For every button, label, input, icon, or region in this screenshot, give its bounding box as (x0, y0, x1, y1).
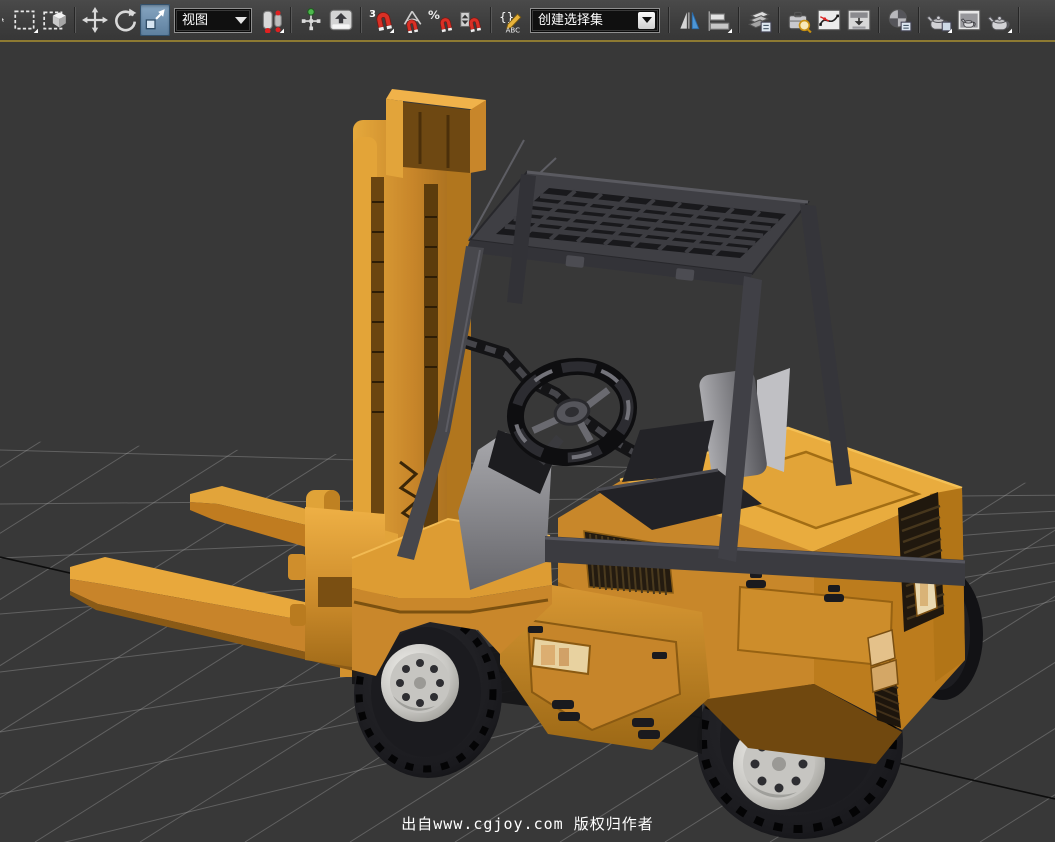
select-and-manipulate-icon[interactable] (296, 4, 326, 36)
toolbar-separator (360, 7, 362, 33)
viewport-canvas[interactable] (0, 42, 1055, 842)
toolbar-separator (74, 7, 76, 33)
rectangular-selection-region-icon[interactable] (10, 4, 40, 36)
svg-text:3: 3 (369, 9, 376, 20)
perspective-viewport[interactable]: 出自www.cgjoy.com 版权归作者 (0, 40, 1055, 840)
toolbar-separator (290, 7, 292, 33)
watermark-text: 出自www.cgjoy.com 版权归作者 (401, 813, 653, 834)
material-editor-icon[interactable] (884, 4, 914, 36)
select-and-move-icon[interactable] (80, 4, 110, 36)
toolbar-separator (668, 7, 670, 33)
rendered-frame-window-icon[interactable] (954, 4, 984, 36)
chevron-down-icon (638, 12, 655, 29)
select-and-uniform-scale-icon[interactable] (140, 4, 170, 36)
svg-text:%: % (428, 8, 440, 22)
forklift-model[interactable] (70, 89, 983, 839)
keyboard-shortcut-override-icon[interactable] (326, 4, 356, 36)
schematic-view-icon[interactable] (844, 4, 874, 36)
use-pivot-point-center-icon[interactable] (256, 4, 286, 36)
reference-coordinate-system-value: 视图 (182, 14, 208, 27)
toolbox-graphite-icon[interactable] (784, 4, 814, 36)
forklift-forks (70, 486, 398, 677)
toolbar-separator (918, 7, 920, 33)
angle-snap-toggle-icon[interactable] (396, 4, 426, 36)
named-selection-sets-dropdown[interactable]: 创建选择集 (531, 9, 659, 32)
render-setup-icon[interactable] (924, 4, 954, 36)
max-3d-app-window: { "toolbar": { "reference_coordinate_sys… (0, 0, 1055, 840)
toolbar-separator (878, 7, 880, 33)
toolbar-separator (778, 7, 780, 33)
layer-manager-icon[interactable] (744, 4, 774, 36)
mirror-icon[interactable] (674, 4, 704, 36)
render-production-icon[interactable] (984, 4, 1014, 36)
snaps-toggle-3d-icon[interactable]: 3 (366, 4, 396, 36)
main-toolbar: 视图 3 (0, 0, 1055, 40)
select-object-icon[interactable] (2, 4, 10, 36)
reference-coordinate-system-dropdown[interactable]: 视图 (175, 9, 251, 32)
spinner-snap-toggle-icon[interactable] (456, 4, 486, 36)
edit-named-selection-sets-icon[interactable]: {} ABC (496, 4, 526, 36)
svg-text:ABC: ABC (506, 25, 521, 33)
window-crossing-icon[interactable] (40, 4, 70, 36)
curve-editor-icon[interactable] (814, 4, 844, 36)
chevron-down-icon (235, 17, 247, 24)
toolbar-separator (738, 7, 740, 33)
toolbar-separator (1018, 7, 1020, 33)
percent-snap-toggle-icon[interactable]: % (426, 4, 456, 36)
named-selection-sets-value: 创建选择集 (538, 14, 603, 27)
toolbar-separator (490, 7, 492, 33)
select-and-rotate-icon[interactable] (110, 4, 140, 36)
align-icon[interactable] (704, 4, 734, 36)
